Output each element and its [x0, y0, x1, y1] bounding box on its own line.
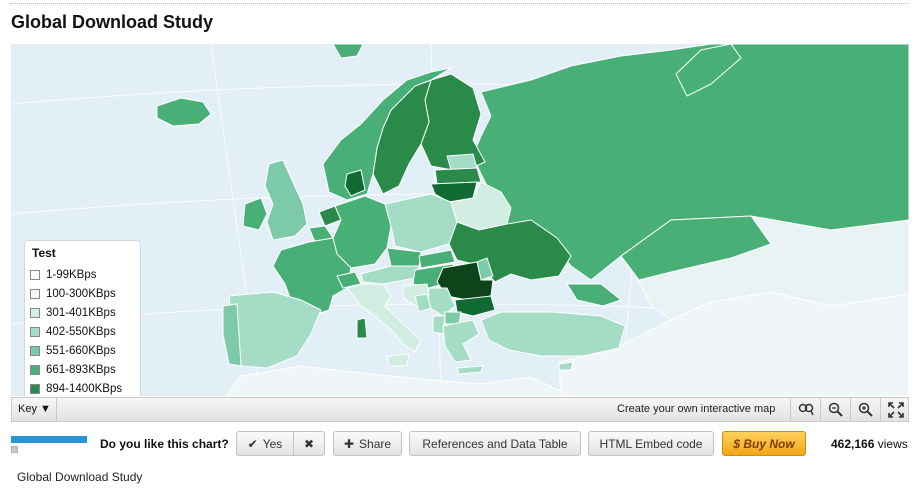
legend-swatch: [30, 365, 40, 375]
zoom-in-icon[interactable]: [850, 398, 880, 421]
country-sardinia[interactable]: [356, 317, 368, 339]
compare-icon[interactable]: [790, 398, 820, 421]
legend-label: 661-893KBps: [46, 364, 116, 376]
legend-swatch: [30, 346, 40, 356]
share-label: Share: [359, 436, 392, 451]
create-map-link[interactable]: Create your own interactive map: [617, 398, 775, 421]
fullscreen-icon[interactable]: [880, 398, 910, 421]
references-label: References and Data Table: [422, 436, 568, 451]
legend-label: 100-300KBps: [46, 288, 116, 300]
country-macedonia[interactable]: [444, 311, 462, 325]
plus-icon: ✚: [343, 436, 355, 451]
yes-label: Yes: [262, 436, 283, 451]
legend-label: 301-401KBps: [46, 307, 116, 319]
legend-label: 402-550KBps: [46, 326, 116, 338]
footer-title: Global Download Study: [17, 470, 143, 484]
share-button[interactable]: ✚ Share: [333, 431, 402, 456]
no-button[interactable]: ✖: [293, 431, 325, 456]
buy-label: $ Buy Now: [733, 436, 795, 451]
key-dropdown-button[interactable]: Key ▼: [12, 398, 57, 421]
legend-item: 551-660KBps: [30, 343, 116, 359]
rating-progress-marker: [11, 446, 18, 453]
view-counter: 462,166 views: [831, 437, 908, 451]
check-icon: ✔: [247, 436, 258, 451]
europe-map-svg[interactable]: [11, 44, 909, 396]
country-sicily[interactable]: [386, 353, 410, 367]
views-count: 462,166: [831, 437, 875, 451]
legend-item: 100-300KBps: [30, 286, 116, 302]
legend-swatch: [30, 384, 40, 394]
embed-label: HTML Embed code: [599, 436, 703, 451]
country-cyprus[interactable]: [558, 361, 574, 371]
references-button[interactable]: References and Data Table: [409, 431, 581, 456]
legend-swatch: [30, 308, 40, 318]
rating-progress-fill: [11, 436, 87, 443]
embed-button[interactable]: HTML Embed code: [588, 431, 714, 456]
country-latvia[interactable]: [434, 167, 482, 185]
legend-label: 551-660KBps: [46, 345, 116, 357]
legend-item: 661-893KBps: [30, 362, 116, 378]
legend-label: 894-1400KBps: [46, 383, 123, 395]
caret-down-icon: ▼: [40, 403, 51, 415]
legend-label: 1-99KBps: [46, 269, 97, 281]
legend-swatch: [30, 289, 40, 299]
legend-item: 301-401KBps: [30, 305, 116, 321]
map-toolbar: Key ▼ Create your own interactive map: [11, 397, 909, 422]
choropleth-map[interactable]: Test 1-99KBps 100-300KBps 301-401KBps 402-5…: [11, 44, 909, 396]
legend-item: 894-1400KBps: [30, 381, 122, 396]
rating-progress: [11, 436, 87, 454]
legend-title: Test: [32, 246, 56, 260]
yes-button[interactable]: ✔ Yes: [236, 431, 294, 456]
country-estonia[interactable]: [446, 153, 478, 171]
map-legend: Test 1-99KBps 100-300KBps 301-401KBps 402-5…: [24, 240, 141, 396]
buy-now-button[interactable]: $ Buy Now: [722, 431, 806, 456]
page-title: Global Download Study: [11, 12, 213, 32]
zoom-out-icon[interactable]: [820, 398, 850, 421]
top-divider: [10, 3, 908, 4]
legend-swatch: [30, 270, 40, 280]
views-label: views: [877, 437, 908, 451]
close-icon: ✖: [303, 436, 315, 451]
legend-item: 402-550KBps: [30, 324, 116, 340]
legend-swatch: [30, 327, 40, 337]
key-label: Key: [18, 403, 37, 415]
feedback-question: Do you like this chart?: [100, 437, 229, 451]
legend-item: 1-99KBps: [30, 267, 97, 283]
country-poland[interactable]: [384, 193, 458, 253]
